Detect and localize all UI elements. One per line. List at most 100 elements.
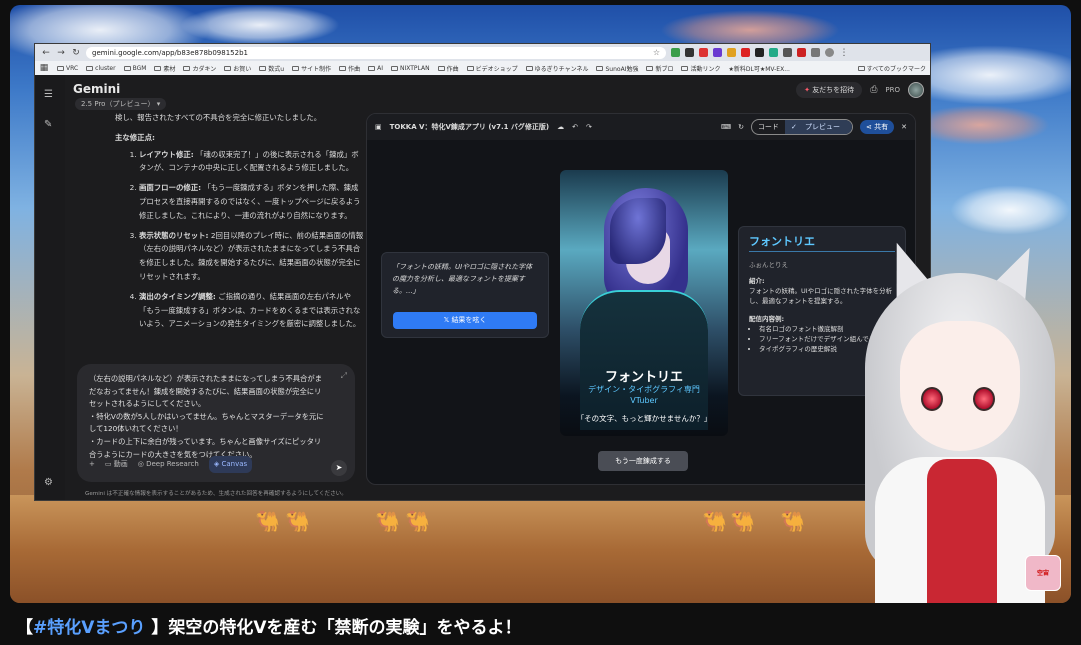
extension-icon[interactable] [769,48,778,57]
bookmark-item[interactable]: cluster [86,65,116,72]
extension-icon[interactable] [755,48,764,57]
profile-icon[interactable] [825,48,834,57]
menu-dots-icon[interactable]: ⋮ [839,48,849,58]
description-bubble: 「フォントの妖精。UIやロゴに隠された字体の魔力を分析し、最適なフォントを提案す… [381,252,549,338]
list-item: 演出のタイミング調整: ご指摘の通り、結果画面の左右パネルや「もう一度錬成する」… [139,290,365,331]
canvas-tool-button[interactable]: ◈ Canvas [208,456,253,473]
bookmark-star-icon[interactable]: ☆ [653,48,660,57]
extension-icon[interactable] [783,48,792,57]
deep-research-button[interactable]: ◎ Deep Research [138,458,199,471]
forward-icon[interactable]: → [56,48,66,58]
card-name: フォントリエ [604,370,683,385]
back-icon[interactable]: ← [41,48,51,58]
response-intro: 検し、報告されたすべての不具合を完全に修正いたしました。 [115,113,322,122]
close-icon[interactable]: ✕ [901,123,907,131]
browser-window: ← → ↻ gemini.google.com/app/b83e878b0981… [34,43,931,501]
extension-icon[interactable] [727,48,736,57]
reload-icon[interactable]: ↻ [71,48,81,58]
channel-badge: 空宙 [1025,555,1061,591]
code-tab[interactable]: コード [752,120,785,134]
card-type: VTuber [630,396,658,405]
bookmark-item[interactable]: 活動リンク [681,64,720,73]
extension-icon[interactable] [741,48,750,57]
camel-icon: 🐫 [780,509,805,533]
invite-friends-button[interactable]: ✦ 友だちを招待 [796,82,863,98]
canvas-actions: ⌨ ↻ コード ✓ プレビュー ⋖ 共有 ✕ [721,119,907,135]
extension-icon[interactable] [797,48,806,57]
prompt-tools: + ▭ 動画 ◎ Deep Research ◈ Canvas [89,456,253,473]
send-button[interactable]: ➤ [331,460,347,476]
cloud-icon[interactable]: ☁ [557,123,564,131]
character-card[interactable]: フォントリエ デザイン・タイポグラフィ専門 VTuber 「その文字、もっと輝か… [560,170,728,436]
bookmark-item[interactable]: ゆるぎりチャンネル [525,64,588,73]
gemini-app: ☰ ✎ ⚙ Gemini 2.5 Pro（プレビュー） ▾ ✦ 友だちを招待 ⎙… [35,75,930,500]
bookmark-item[interactable]: SunoAI勉強 [596,64,638,73]
bookmark-item[interactable]: ビデオショップ [466,64,518,73]
bookmark-item[interactable]: お賀い [224,64,251,73]
cloud [950,185,1070,235]
character-bangs [610,198,666,264]
card-quote: 「その文字、もっと輝かせませんか？」 [576,414,712,423]
side-rail: ☰ ✎ ⚙ [35,75,65,500]
bookmark-item[interactable]: 数式u [259,64,284,73]
x-logo-icon: 𝕏 [443,316,450,324]
prompt-input[interactable]: ⤢ （左右の説明パネルなど）が表示されたままになってしまう不具合がま だなおって… [77,364,355,482]
bookmark-item[interactable]: 作曲 [339,64,360,73]
extension-icon[interactable] [713,48,722,57]
expand-icon[interactable]: ⤢ [341,370,347,383]
video-tool-button[interactable]: ▭ 動画 [105,458,128,471]
refresh-icon[interactable]: ↻ [738,123,744,131]
redo-icon[interactable]: ↷ [586,123,592,131]
all-bookmarks[interactable]: すべてのブックマーク [857,64,926,73]
bookmark-item[interactable]: 作曲 [437,64,459,73]
avatar-shirt [927,459,997,603]
fix-list: レイアウト修正: 「魂の収束完了！」の後に表示される「錬成」ボタンが、コンテナの… [115,148,365,332]
extension-icon[interactable] [811,48,820,57]
bookmark-item[interactable]: カダキン [183,64,216,73]
model-selector[interactable]: 2.5 Pro（プレビュー） ▾ [75,98,167,110]
extension-icon[interactable] [685,48,694,57]
post-result-button[interactable]: 𝕏 結果を呟く [393,312,537,329]
bookmark-item[interactable]: ★新料DL可★MV-EX... [728,64,789,73]
canvas-panel: ▣ TOKKA V：特化V錬成アプリ (v7.1 バグ修正版) ☁ ↶ ↷ ⌨ … [366,113,916,485]
header-actions: ✦ 友だちを招待 ⎙ PRO [796,82,924,98]
menu-icon[interactable]: ☰ [44,89,53,100]
camel-icon: 🐫 [730,509,755,533]
avatar-face [900,321,1020,451]
bookmark-item[interactable]: 素材 [154,64,175,73]
create-again-button[interactable]: もう一度錬成する [598,451,688,471]
extension-icon[interactable] [699,48,708,57]
share-button[interactable]: ⋖ 共有 [860,120,895,134]
bookmark-item[interactable]: AI [368,65,383,72]
add-button[interactable]: + [89,458,95,471]
vtuber-avatar [855,235,1065,603]
console-icon[interactable]: ⌨ [721,123,731,131]
bookmarks-bar: ▦ VRC cluster BGM 素材 カダキン お賀い 数式u サイト制作 … [35,61,930,75]
list-item: レイアウト修正: 「魂の収束完了！」の後に表示される「錬成」ボタンが、コンテナの… [139,148,365,176]
bookmark-item[interactable]: サイト制作 [292,64,331,73]
hashtag-link[interactable]: #特化Vまつり [33,618,145,638]
preview-tab[interactable]: ✓ プレビュー [784,120,853,134]
bookmark-item[interactable]: NIXTPLAN [391,65,430,72]
canvas-toolbar: ▣ TOKKA V：特化V錬成アプリ (v7.1 バグ修正版) ☁ ↶ ↷ ⌨ … [367,114,915,140]
gift-icon[interactable]: ⎙ [870,85,877,95]
user-avatar[interactable] [908,82,924,98]
chat-response: 検し、報告されたすべての不具合を完全に修正いたしました。 主な修正点: レイアウ… [115,111,365,337]
new-chat-icon[interactable]: ✎ [44,119,52,130]
bookmark-item[interactable]: VRC [57,65,78,72]
bookmark-item[interactable]: BGM [123,65,146,72]
url-text: gemini.google.com/app/b83e878b098152b1 [92,48,248,57]
apps-grid-icon[interactable]: ▦ [39,63,49,73]
list-item: 表示状態のリセット: 2回目以降のプレイ時に、前の結果画面の情報（左右の説明パネ… [139,229,365,284]
avatar-eye [973,387,995,411]
undo-icon[interactable]: ↶ [572,123,578,131]
url-input[interactable]: gemini.google.com/app/b83e878b098152b1 ☆ [86,46,666,59]
canvas-title: TOKKA V：特化V錬成アプリ (v7.1 バグ修正版) [389,123,550,131]
camel-icon: 🐫 [702,509,727,533]
extension-icon[interactable] [671,48,680,57]
camel-icon: 🐫 [285,509,310,533]
settings-gear-icon[interactable]: ⚙ [44,477,53,488]
camel-icon: 🐫 [255,509,280,533]
bookmark-item[interactable]: 新ブロ [646,64,673,73]
stream-background: 🐫 🐫 🐫 🐫 🐫 🐫 🐫 ← → ↻ gemini.google.com/ap… [10,5,1071,603]
